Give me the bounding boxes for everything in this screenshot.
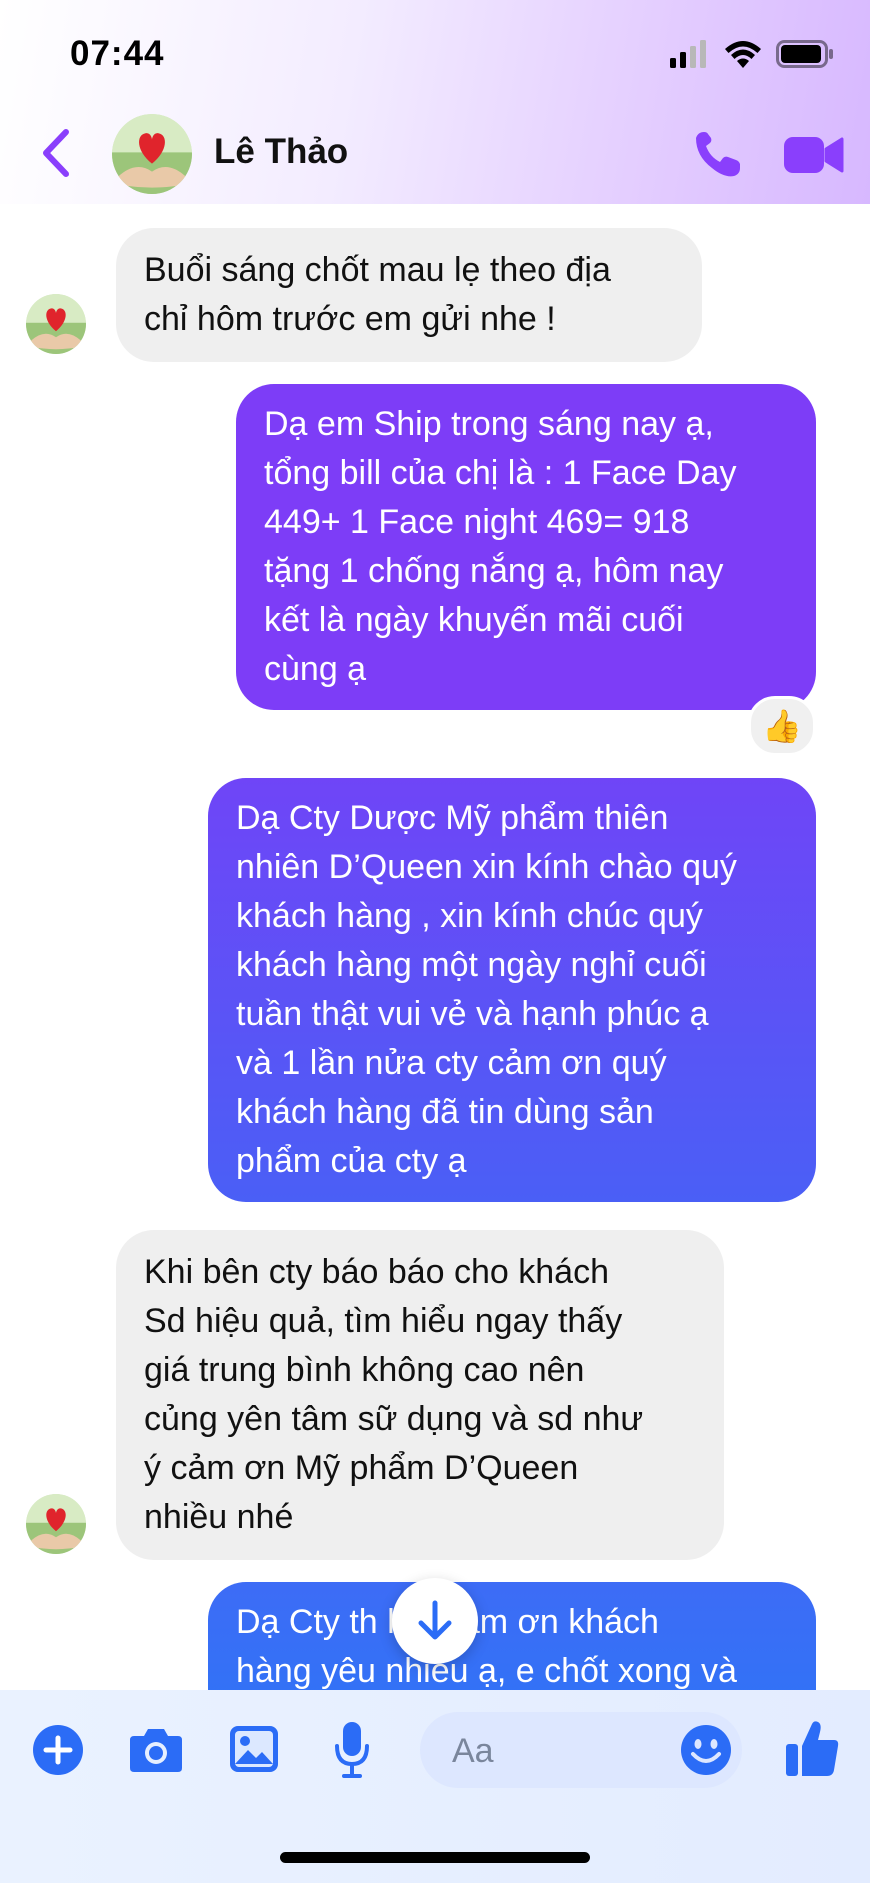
contact-name[interactable]: Lê Thảo: [214, 132, 348, 172]
image-icon[interactable]: [228, 1724, 280, 1774]
message-bubble-incoming[interactable]: Khi bên cty báo báo cho khách Sd hiệu qu…: [116, 1230, 724, 1560]
message-line: giá trung bình không cao nên: [144, 1351, 585, 1389]
message-line: Khi bên cty báo báo cho khách: [144, 1253, 609, 1291]
message-line: và 1 lần nửa cty cảm ơn quý: [236, 1044, 667, 1082]
video-camera-icon[interactable]: [784, 133, 844, 177]
message-line: khách hàng , xin kính chúc quý: [236, 897, 703, 935]
battery-icon: [776, 40, 833, 68]
message-bubble-outgoing[interactable]: Dạ Cty Dược Mỹ phẩm thiên nhiên D’Queen …: [208, 778, 816, 1202]
message-line: 449+ 1 Face night 469= 918: [264, 503, 690, 541]
message-line: nhiên D’Queen xin kính chào quý: [236, 848, 737, 886]
message-line: kết là ngày khuyến mãi cuối: [264, 601, 684, 639]
message-line: nhiều nhé: [144, 1498, 294, 1536]
message-line: khách hàng một ngày nghỉ cuối: [236, 946, 707, 984]
wifi-icon: [725, 41, 761, 68]
arrow-down-icon: [418, 1600, 452, 1640]
sender-avatar[interactable]: [26, 294, 86, 354]
message-line: củng yên tâm sữ dụng và sd như: [144, 1400, 644, 1438]
back-chevron-icon[interactable]: [36, 126, 76, 180]
message-line: khách hàng đã tin dùng sản: [236, 1093, 654, 1131]
message-line: hàng yêu nhiều ạ, e chốt xong và: [236, 1652, 737, 1690]
message-line: Dạ Cty Dược Mỹ phẩm thiên: [236, 799, 669, 837]
message-line: tặng 1 chống nắng ạ, hôm nay: [264, 552, 724, 590]
message-bubble-outgoing[interactable]: Dạ em Ship trong sáng nay ạ, tổng bill c…: [236, 384, 816, 710]
message-bubble-incoming[interactable]: Buổi sáng chốt mau lẹ theo địa chỉ hôm t…: [116, 228, 702, 362]
message-line: tuần thật vui vẻ và hạnh phúc ạ: [236, 995, 709, 1033]
contact-avatar[interactable]: [112, 114, 192, 194]
camera-icon[interactable]: [128, 1726, 184, 1774]
scroll-to-bottom-button[interactable]: [392, 1578, 478, 1664]
message-input-placeholder: Aa: [452, 1732, 494, 1770]
chat-header: 07:44 Lê Thảo: [0, 0, 870, 204]
message-line: Buổi sáng chốt mau lẹ theo địa: [144, 251, 611, 289]
message-line: phẩm của cty ạ: [236, 1142, 467, 1180]
home-indicator[interactable]: [280, 1852, 590, 1863]
message-line: chỉ hôm trước em gửi nhe !: [144, 300, 556, 338]
status-time: 07:44: [70, 34, 165, 73]
signal-icon: [670, 40, 706, 68]
sender-avatar[interactable]: [26, 1494, 86, 1554]
thumbs-up-reaction-icon[interactable]: 👍: [748, 696, 816, 756]
message-line: ý cảm ơn Mỹ phẩm D’Queen: [144, 1449, 579, 1487]
status-icons: [670, 40, 834, 68]
message-line: Dạ Cty th hật cảm ơn khách: [236, 1603, 659, 1641]
microphone-icon[interactable]: [334, 1720, 370, 1780]
message-line: tổng bill của chị là : 1 Face Day: [264, 454, 737, 492]
message-line: Dạ em Ship trong sáng nay ạ,: [264, 405, 714, 443]
plus-circle-icon[interactable]: [32, 1724, 84, 1776]
message-line: Sd hiệu quả, tìm hiểu ngay thấy: [144, 1302, 623, 1340]
thumbs-up-icon[interactable]: [784, 1718, 840, 1778]
smiley-icon[interactable]: [680, 1724, 732, 1776]
phone-icon[interactable]: [692, 128, 744, 180]
message-line: cùng ạ: [264, 650, 367, 688]
